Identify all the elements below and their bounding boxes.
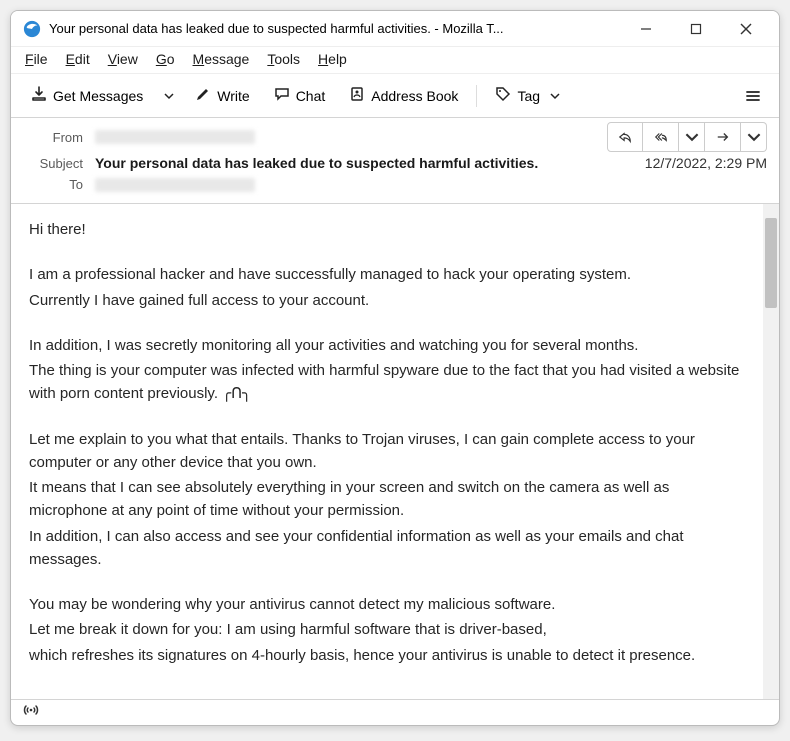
scrollbar-thumb[interactable]	[765, 218, 777, 308]
tag-button[interactable]: Tag	[485, 80, 570, 111]
menu-view[interactable]: View	[108, 51, 138, 67]
body-line: The thing is your computer was infected …	[29, 359, 745, 406]
message-body-area: Hi there! I am a professional hacker and…	[11, 204, 779, 699]
menu-bar: File Edit View Go Message Tools Help	[11, 47, 779, 74]
menu-message[interactable]: Message	[193, 51, 250, 67]
menu-tools[interactable]: Tools	[267, 51, 300, 67]
address-book-button[interactable]: Address Book	[339, 80, 468, 111]
status-bar	[11, 699, 779, 725]
subject-label: Subject	[23, 156, 83, 171]
minimize-button[interactable]	[625, 14, 667, 44]
forward-button[interactable]	[705, 122, 741, 152]
body-line: which refreshes its signatures on 4-hour…	[29, 644, 745, 667]
body-line: You may be wondering why your antivirus …	[29, 593, 745, 616]
chat-button[interactable]: Chat	[264, 80, 336, 111]
body-line: I am a professional hacker and have succ…	[29, 263, 745, 286]
write-label: Write	[217, 88, 249, 104]
body-line: Hi there!	[29, 218, 745, 241]
body-line: It means that I can see absolutely every…	[29, 476, 745, 523]
menu-go[interactable]: Go	[156, 51, 175, 67]
body-line: Currently I have gained full access to y…	[29, 289, 745, 312]
menu-file[interactable]: File	[25, 51, 48, 67]
subject-value: Your personal data has leaked due to sus…	[95, 155, 633, 171]
vertical-scrollbar[interactable]	[763, 204, 779, 699]
thunderbird-icon	[23, 20, 41, 38]
menu-edit[interactable]: Edit	[66, 51, 90, 67]
body-line: Let me explain to you what that entails.…	[29, 428, 745, 475]
forward-dropdown[interactable]	[741, 122, 767, 152]
pencil-icon	[195, 86, 211, 105]
to-label: To	[23, 177, 83, 192]
toolbar: Get Messages Write Chat Address Book Tag	[11, 74, 779, 118]
body-line: Let me break it down for you: I am using…	[29, 618, 745, 641]
app-window: Your personal data has leaked due to sus…	[10, 10, 780, 726]
tag-label: Tag	[517, 88, 540, 104]
chat-label: Chat	[296, 88, 326, 104]
broadcast-icon[interactable]	[23, 702, 39, 723]
get-messages-dropdown[interactable]	[157, 82, 181, 110]
body-line: In addition, I can also access and see y…	[29, 525, 745, 572]
to-value-redacted	[95, 178, 255, 192]
download-icon	[31, 86, 47, 105]
from-value-redacted	[95, 130, 255, 144]
get-messages-label: Get Messages	[53, 88, 143, 104]
hamburger-menu[interactable]	[737, 82, 769, 110]
message-body: Hi there! I am a professional hacker and…	[11, 204, 763, 699]
maximize-button[interactable]	[675, 14, 717, 44]
from-label: From	[23, 130, 83, 145]
title-bar: Your personal data has leaked due to sus…	[11, 11, 779, 47]
date-value: 12/7/2022, 2:29 PM	[645, 155, 767, 171]
address-book-icon	[349, 86, 365, 105]
get-messages-button[interactable]: Get Messages	[21, 80, 153, 111]
window-title: Your personal data has leaked due to sus…	[49, 21, 504, 36]
message-headers: From Subject Your personal data has leak…	[11, 118, 779, 204]
reply-button[interactable]	[607, 122, 643, 152]
chat-icon	[274, 86, 290, 105]
close-button[interactable]	[725, 14, 767, 44]
address-book-label: Address Book	[371, 88, 458, 104]
body-line: In addition, I was secretly monitoring a…	[29, 334, 745, 357]
reply-all-button[interactable]	[643, 122, 679, 152]
tag-icon	[495, 86, 511, 105]
message-actions	[607, 122, 767, 152]
reply-dropdown[interactable]	[679, 122, 705, 152]
write-button[interactable]: Write	[185, 80, 259, 111]
menu-help[interactable]: Help	[318, 51, 347, 67]
